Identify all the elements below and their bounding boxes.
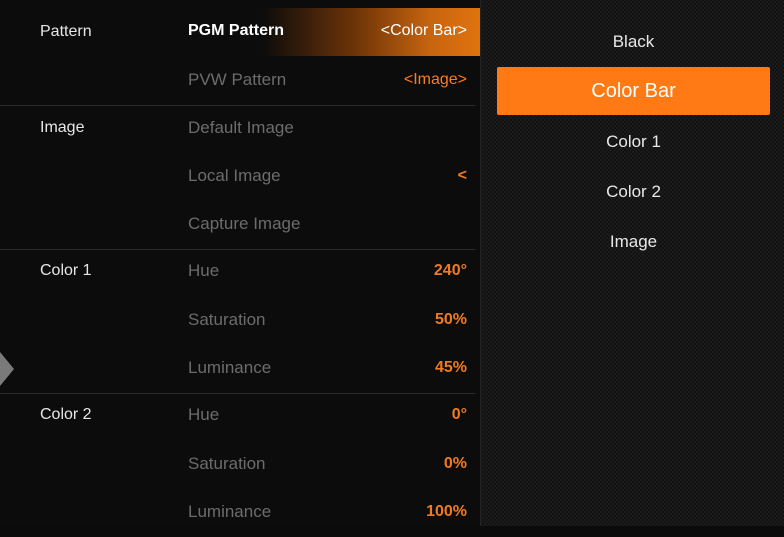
row-value: 45% [434,359,467,376]
row-pgm-pattern[interactable]: PGM Pattern <Color Bar> [160,8,480,56]
row-color1-hue[interactable]: Hue 240° [160,248,480,296]
row-value: < [457,167,467,184]
row-value: <Color Bar> [380,22,467,39]
row-default-image[interactable]: Default Image [160,105,480,153]
row-color1-saturation[interactable]: Saturation 50% [160,297,480,345]
row-local-image[interactable]: Local Image < [160,153,480,201]
option-black[interactable]: Black [497,18,770,66]
row-label: Hue [188,261,220,280]
section-label-pattern: Pattern [40,23,92,40]
row-label: PVW Pattern [188,70,287,89]
row-value: 0° [451,406,467,423]
expand-arrow-icon[interactable] [0,352,14,386]
row-value: 50% [434,311,467,328]
row-label: Luminance [188,358,272,377]
row-value: <Image> [403,71,467,88]
row-value: 100% [426,503,467,520]
section-label-color-1: Color 1 [40,262,92,279]
section-label-color-2: Color 2 [40,406,92,423]
row-label: Capture Image [188,214,301,233]
section-label-image: Image [40,119,85,136]
row-label: Saturation [188,310,266,329]
row-value: 240° [433,262,467,279]
row-label: Saturation [188,454,266,473]
option-color-1[interactable]: Color 1 [497,118,770,166]
row-label: Default Image [188,118,294,137]
row-color2-saturation[interactable]: Saturation 0% [160,441,480,489]
option-color-2[interactable]: Color 2 [497,168,770,216]
row-color1-luminance[interactable]: Luminance 45% [160,345,480,393]
row-pvw-pattern[interactable]: PVW Pattern <Image> [160,57,480,105]
row-label: Luminance [188,502,272,521]
row-capture-image[interactable]: Capture Image [160,201,480,249]
row-value: 0% [443,455,467,472]
row-label: PGM Pattern [188,22,285,39]
row-label: Hue [188,405,220,424]
settings-menu: Pattern Image Color 1 Color 2 PGM Patter… [0,0,480,526]
option-image[interactable]: Image [497,218,770,266]
pattern-options-list: Black Color Bar Color 1 Color 2 Image [480,0,784,526]
row-label: Local Image [188,166,281,185]
row-color2-hue[interactable]: Hue 0° [160,392,480,440]
option-color-bar[interactable]: Color Bar [497,67,770,115]
row-color2-luminance[interactable]: Luminance 100% [160,489,480,537]
